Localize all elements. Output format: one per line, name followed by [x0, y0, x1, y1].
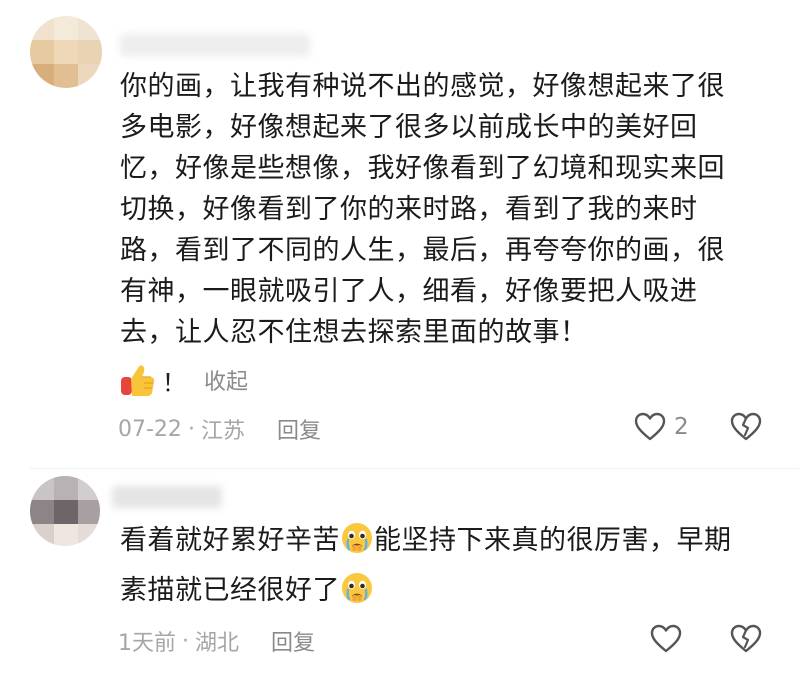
comment-text: 看着就好累好辛苦 能坚持下来真的很厉害，早期 素描就已经很好了 [120, 516, 770, 616]
heart-outline-icon [650, 624, 682, 653]
avatar[interactable] [30, 476, 100, 546]
comment-text-line: 有神，一眼就吸引了人，细看，好像要把人吸进 [120, 276, 698, 307]
comment-text-line: 路，看到了不同的人生，最后，再夸夸你的画，很 [120, 235, 725, 266]
like-button[interactable] [650, 624, 682, 654]
crying-face-emoji-icon [342, 573, 372, 603]
text-segment: 看着就好累好辛苦 [120, 525, 340, 556]
broken-heart-icon [730, 624, 762, 653]
comment-location: 湖北 [195, 631, 240, 656]
comment-text: 你的画，让我有种说不出的感觉，好像想起来了很 多电影，好像想起来了很多以前成长中… [120, 66, 770, 353]
text-segment: 素描就已经很好了 [120, 575, 340, 606]
crying-face-emoji-icon [342, 523, 372, 553]
reply-button[interactable]: 回复 [277, 413, 321, 445]
like-button[interactable]: 2 [634, 412, 689, 442]
username-blurred[interactable] [120, 34, 310, 56]
reaction-suffix: ！ [162, 368, 186, 397]
comment-text-line: 多电影，好像想起来了很多以前成长中的美好回 [120, 112, 698, 143]
meta-separator: · [187, 416, 195, 442]
comment-meta: 1天前 · 湖北 回复 [118, 625, 315, 657]
comment-item: 看着就好累好辛苦 能坚持下来真的很厉害，早期 素描就已经很好了 1天前 · 湖北… [0, 470, 799, 684]
comment-location: 江苏 [200, 419, 245, 444]
divider [30, 468, 799, 469]
reaction-row: ！ 收起 [118, 362, 248, 398]
comment-meta: 07-22 · 江苏 回复 [118, 413, 321, 445]
comment-text-line: 看着就好累好辛苦 能坚持下来真的很厉害，早期 [120, 516, 770, 566]
comment-date: 1天前 [118, 631, 176, 656]
like-count: 2 [674, 414, 689, 440]
comment-item: 你的画，让我有种说不出的感觉，好像想起来了很 多电影，好像想起来了很多以前成长中… [0, 0, 799, 470]
comment-text-line: 素描就已经很好了 [120, 566, 770, 616]
avatar[interactable] [30, 16, 102, 88]
comment-text-line: 你的画，让我有种说不出的感觉，好像想起来了很 [120, 71, 725, 102]
dislike-button[interactable] [730, 412, 762, 446]
thumbs-up-emoji-icon [121, 365, 155, 396]
comment-text-line: 忆，好像是些想像，我好像看到了幻境和现实来回 [120, 153, 725, 184]
heart-outline-icon [634, 412, 666, 441]
meta-separator: · [182, 628, 189, 654]
collapse-button[interactable]: 收起 [204, 364, 248, 396]
comment-text-line: 切换，好像看到了你的来时路，看到了我的来时 [120, 194, 698, 225]
broken-heart-icon [730, 412, 762, 441]
dislike-button[interactable] [730, 624, 762, 658]
text-segment: 能坚持下来真的很厉害，早期 [374, 525, 732, 556]
comment-thread: 你的画，让我有种说不出的感觉，好像想起来了很 多电影，好像想起来了很多以前成长中… [0, 0, 799, 684]
comment-text-line: 去，让人忍不住想去探索里面的故事！ [120, 317, 588, 348]
username-blurred[interactable] [112, 486, 222, 508]
comment-date: 07-22 [118, 416, 182, 442]
reply-button[interactable]: 回复 [271, 625, 315, 657]
